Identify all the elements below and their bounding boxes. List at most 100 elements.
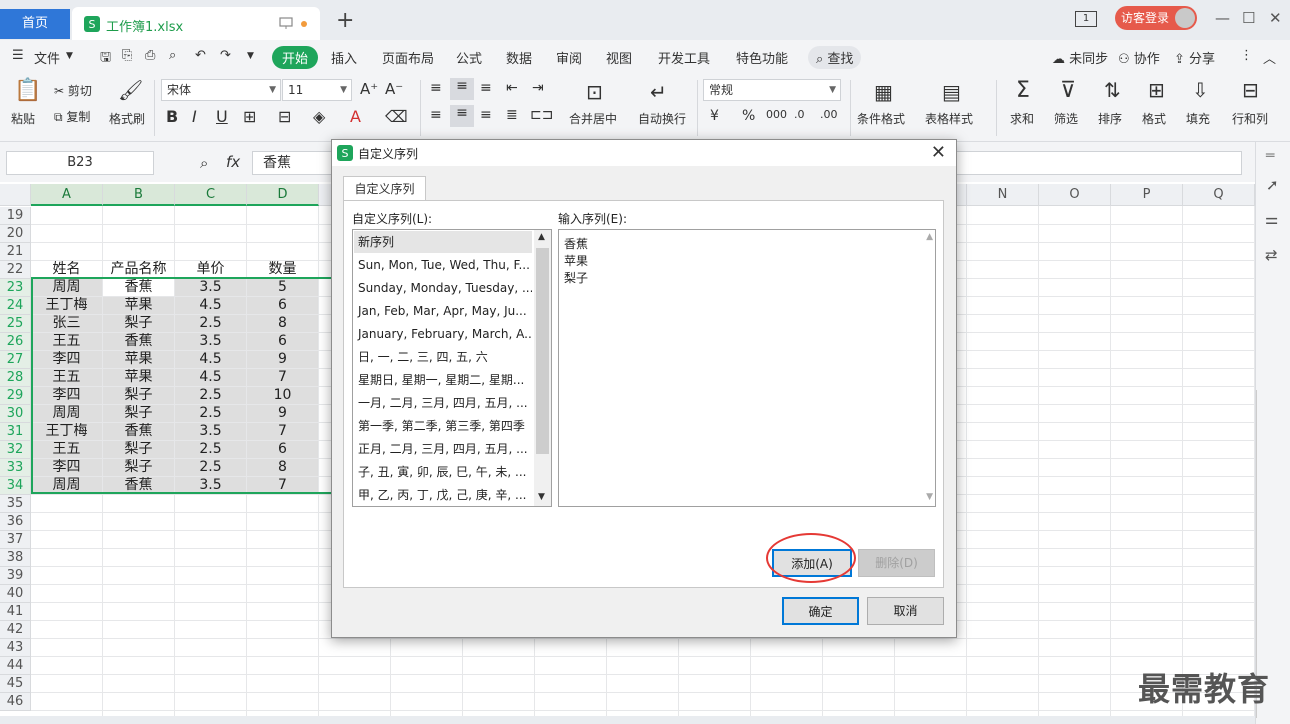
list-item[interactable]: 第一季, 第二季, 第三季, 第四季 (354, 415, 532, 437)
row-header[interactable]: 27 (0, 351, 31, 369)
list-item[interactable]: Sunday, Monday, Tuesday, ... (354, 277, 532, 299)
menu-page-layout[interactable]: 页面布局 (382, 48, 434, 67)
row-header[interactable]: 41 (0, 603, 31, 621)
font-size-select[interactable]: 11 ▼ (282, 79, 352, 101)
menu-features[interactable]: 特色功能 (736, 48, 788, 67)
align-center-icon[interactable]: ≡ (450, 105, 474, 127)
scroll-up-icon[interactable]: ▲ (926, 232, 933, 242)
row-header[interactable]: 29 (0, 387, 31, 405)
column-header-p[interactable]: P (1111, 184, 1183, 206)
menu-review[interactable]: 审阅 (556, 48, 582, 67)
share-button[interactable]: ⇪ 分享 (1174, 48, 1215, 67)
name-box[interactable]: B23 (6, 151, 154, 175)
row-header[interactable]: 24 (0, 297, 31, 315)
row-header[interactable]: 36 (0, 513, 31, 531)
conditional-format-icon[interactable]: ▦ (874, 80, 893, 104)
row-header[interactable]: 30 (0, 405, 31, 423)
eraser-icon[interactable]: ⌫ (385, 107, 408, 126)
menu-insert[interactable]: 插入 (331, 48, 357, 67)
export-pdf-icon[interactable]: ⎘ (122, 48, 132, 63)
filter-button[interactable]: 筛选 (1054, 110, 1078, 127)
column-header-q[interactable]: Q (1183, 184, 1255, 206)
fill-icon[interactable]: ⇩ (1192, 78, 1209, 102)
number-format-select[interactable]: 常规 ▼ (703, 79, 841, 101)
row-header[interactable]: 28 (0, 369, 31, 387)
row-header[interactable]: 40 (0, 585, 31, 603)
maximize-icon[interactable]: ☐ (1242, 9, 1255, 27)
custom-list-box[interactable]: ▲ ▼ 新序列 Sun, Mon, Tue, Wed, Thu, F... Sund… (352, 229, 552, 507)
row-header[interactable]: 32 (0, 441, 31, 459)
list-item[interactable]: 新序列 (354, 231, 532, 253)
font-name-select[interactable]: 宋体 ▼ (161, 79, 281, 101)
table-style-icon[interactable]: ▤ (942, 80, 961, 104)
fx-icon[interactable]: fx (226, 153, 240, 171)
row-header[interactable]: 39 (0, 567, 31, 585)
align-right-icon[interactable]: ≡ (480, 107, 492, 123)
menu-start[interactable]: 开始 (272, 46, 319, 69)
column-header-d[interactable]: D (247, 184, 319, 206)
list-item[interactable]: 日, 一, 二, 三, 四, 五, 六 (354, 346, 532, 368)
save-icon[interactable]: 🖫 (100, 48, 111, 70)
scroll-down-icon[interactable]: ▼ (538, 492, 545, 502)
quick-access-chevron-icon[interactable]: ▼ (247, 51, 254, 61)
row-header[interactable]: 38 (0, 549, 31, 567)
rows-cols-button[interactable]: 行和列 (1232, 110, 1268, 127)
bold-icon[interactable]: B (166, 107, 178, 126)
chevron-down-icon[interactable]: ▼ (66, 51, 73, 61)
search-button[interactable]: ⌕ 查找 (808, 46, 862, 69)
sum-button[interactable]: 求和 (1010, 110, 1034, 127)
ok-button[interactable]: 确定 (782, 597, 859, 625)
align-left-icon[interactable]: ≡ (430, 107, 442, 123)
brush-icon[interactable]: 🖌 (118, 78, 143, 102)
row-header[interactable]: 31 (0, 423, 31, 441)
indent-increase-icon[interactable]: ⇥ (532, 80, 544, 96)
dialog-title-bar[interactable]: S 自定义序列 ✕ (332, 140, 956, 166)
row-header[interactable]: 43 (0, 639, 31, 657)
close-icon[interactable]: ✕ (931, 142, 946, 163)
list-item[interactable]: Sun, Mon, Tue, Wed, Thu, F... (354, 254, 532, 276)
panel-settings-icon[interactable]: ⇄ (1265, 246, 1278, 264)
currency-icon[interactable]: ¥ (710, 108, 719, 124)
menu-formulas[interactable]: 公式 (456, 48, 482, 67)
column-header-b[interactable]: B (103, 184, 175, 206)
align-bottom-icon[interactable]: ≡ (480, 80, 492, 96)
list-item[interactable]: 甲, 乙, 丙, 丁, 戊, 己, 庚, 辛, ... (354, 484, 532, 506)
row-header[interactable]: 37 (0, 531, 31, 549)
redo-icon[interactable]: ↷ (220, 48, 231, 63)
row-header[interactable]: 33 (0, 459, 31, 477)
cell-style-icon[interactable]: ⊟ (278, 107, 291, 126)
filter-icon[interactable]: ⊽ (1060, 78, 1076, 103)
row-header[interactable]: 34 (0, 477, 31, 495)
distribute-icon[interactable]: ⊏⊐ (530, 107, 553, 123)
login-button[interactable]: 访客登录 (1115, 6, 1197, 30)
zoom-search-icon[interactable]: ⌕ (200, 154, 208, 172)
fill-button[interactable]: 填充 (1186, 110, 1210, 127)
column-header-a[interactable]: A (31, 184, 103, 206)
menu-file[interactable]: 文件 (34, 48, 60, 67)
decrease-font-icon[interactable]: A⁻ (385, 80, 403, 98)
list-item[interactable]: 一月, 二月, 三月, 四月, 五月, ... (354, 392, 532, 414)
justify-icon[interactable]: ≣ (506, 107, 518, 123)
list-item[interactable]: 子, 丑, 寅, 卯, 辰, 巳, 午, 未, ... (354, 461, 532, 483)
row-header[interactable]: 35 (0, 495, 31, 513)
indent-decrease-icon[interactable]: ⇤ (506, 80, 518, 96)
collaborate-button[interactable]: ⚇ 协作 (1118, 48, 1160, 67)
paste-button[interactable]: 粘贴 (11, 110, 35, 127)
copy-button[interactable]: ⧉ 复制 (54, 108, 90, 125)
wrap-icon[interactable]: ↵ (650, 80, 667, 104)
italic-icon[interactable]: I (192, 107, 197, 126)
row-header[interactable]: 44 (0, 657, 31, 675)
conditional-format-button[interactable]: 条件格式 (857, 110, 905, 127)
row-header[interactable]: 19 (0, 207, 31, 225)
tab-custom-list[interactable]: 自定义序列 (343, 176, 426, 201)
undo-icon[interactable]: ↶ (195, 48, 206, 63)
format-button[interactable]: 格式 (1142, 110, 1166, 127)
cancel-button[interactable]: 取消 (867, 597, 944, 625)
percent-icon[interactable]: % (742, 108, 755, 124)
scroll-up-icon[interactable]: ▲ (538, 232, 545, 242)
list-scrollbar[interactable]: ▲ ▼ (534, 230, 551, 506)
increase-decimal-icon[interactable]: .0 (794, 108, 805, 121)
list-entries-textarea[interactable]: ▲ ▼ 香蕉 苹果 梨子 (558, 229, 936, 507)
column-header-c[interactable]: C (175, 184, 247, 206)
scroll-thumb[interactable] (536, 248, 549, 454)
